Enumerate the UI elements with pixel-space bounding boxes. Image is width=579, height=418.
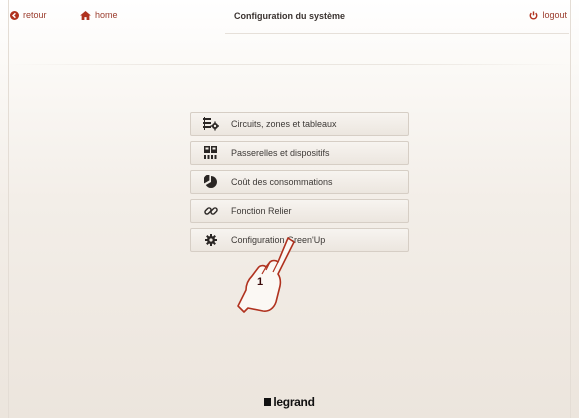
section-divider: [8, 64, 571, 65]
menu-item-cost[interactable]: Coût des consommations: [190, 170, 409, 194]
header-divider: [225, 33, 569, 34]
system-config-menu: Circuits, zones et tableaux Passerelles …: [190, 112, 409, 257]
legrand-logo: legrand: [0, 395, 579, 409]
circuits-icon: [191, 117, 231, 131]
menu-item-greenup[interactable]: Configuration Green'Up: [190, 228, 409, 252]
menu-item-link[interactable]: Fonction Relier: [190, 199, 409, 223]
logo-text: legrand: [273, 395, 315, 409]
menu-item-label: Circuits, zones et tableaux: [231, 119, 337, 129]
logout-label: logout: [542, 10, 567, 20]
logo-mark: [264, 398, 272, 406]
top-bar: retour home Configuration du système log…: [0, 0, 579, 30]
menu-item-gateways[interactable]: Passerelles et dispositifs: [190, 141, 409, 165]
pointing-hand-icon: [237, 237, 295, 313]
link-icon: [191, 204, 231, 218]
menu-item-label: Passerelles et dispositifs: [231, 148, 330, 158]
gear-icon: [191, 234, 231, 246]
page-title: Configuration du système: [233, 11, 345, 21]
menu-item-label: Fonction Relier: [231, 206, 292, 216]
pie-chart-icon: [191, 175, 231, 189]
gateway-icon: [191, 146, 231, 160]
menu-item-circuits[interactable]: Circuits, zones et tableaux: [190, 112, 409, 136]
logout-button[interactable]: logout: [529, 10, 567, 20]
step-number: 1: [256, 276, 264, 288]
power-icon: [530, 10, 538, 19]
menu-item-label: Coût des consommations: [231, 177, 333, 187]
